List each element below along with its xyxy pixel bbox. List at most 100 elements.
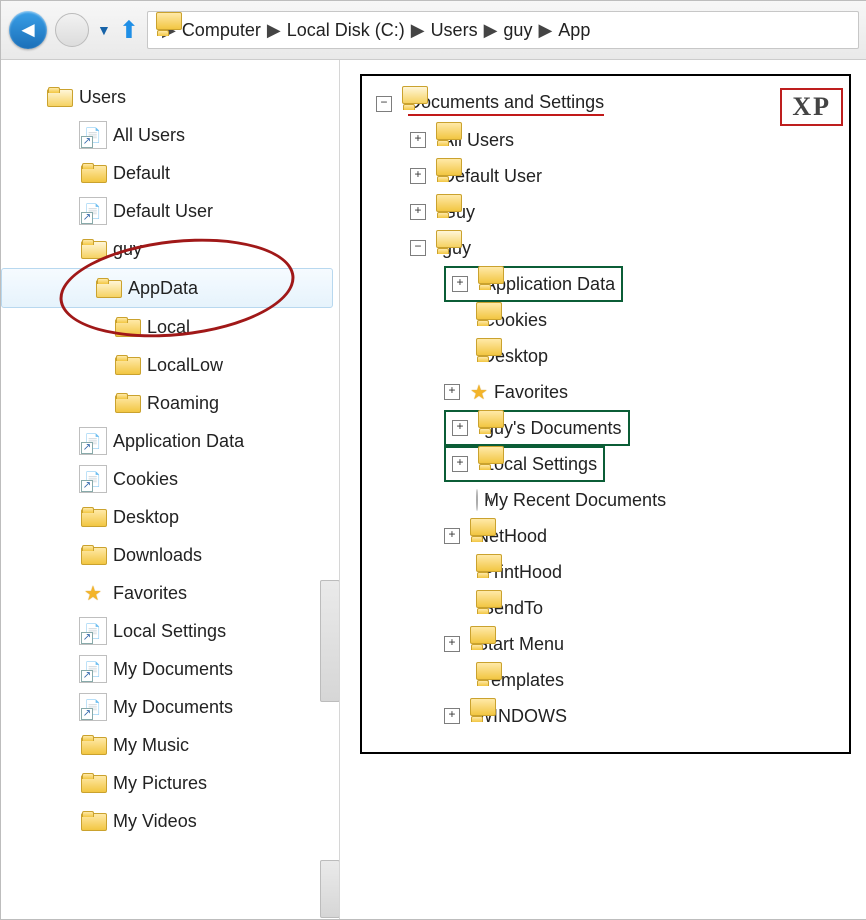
folder-icon	[79, 543, 107, 567]
tree-item-favorites[interactable]: ★ Favorites	[1, 574, 339, 612]
expand-icon[interactable]: +	[410, 132, 426, 148]
toolbar: ◄ ▼ ⬆ ▶ Computer ▶ Local Disk (C:) ▶ Use…	[1, 1, 866, 60]
breadcrumb-app[interactable]: App	[558, 20, 590, 41]
tree-item-appdata[interactable]: AppData	[1, 268, 333, 308]
shortcut-icon: 📄	[79, 619, 107, 643]
tree-item-locallow[interactable]: LocalLow	[1, 346, 339, 384]
xp-item-printhood[interactable]: PrintHood	[376, 554, 835, 590]
folder-icon	[79, 505, 107, 529]
forward-button[interactable]	[55, 13, 89, 47]
content-pane: XP − Documents and Settings + All Users …	[340, 60, 866, 920]
tree-label: Users	[79, 87, 126, 108]
xp-tree: − Documents and Settings + All Users + D…	[360, 74, 851, 754]
xp-item-templates[interactable]: Templates	[376, 662, 835, 698]
tree-item-cookies[interactable]: 📄 Cookies	[1, 460, 339, 498]
back-button[interactable]: ◄	[9, 11, 47, 49]
tree-label: All Users	[113, 125, 185, 146]
tree-label: guy	[113, 239, 142, 260]
tree-label: AppData	[128, 278, 198, 299]
tree-item-appdata-link[interactable]: 📄 Application Data	[1, 422, 339, 460]
scrollbar-thumb[interactable]	[320, 580, 340, 702]
expand-icon[interactable]: +	[444, 708, 460, 724]
folder-icon	[113, 353, 141, 377]
tree-item-roaming[interactable]: Roaming	[1, 384, 339, 422]
tree-label: Favorites	[113, 583, 187, 604]
xp-item-sendto[interactable]: SendTo	[376, 590, 835, 626]
expand-icon[interactable]: +	[452, 456, 468, 472]
tree-label: Cookies	[113, 469, 178, 490]
xp-item-docs-settings[interactable]: − Documents and Settings	[376, 86, 835, 122]
expand-icon[interactable]: +	[452, 276, 468, 292]
folder-icon	[79, 809, 107, 833]
tree-item-mymusic[interactable]: My Music	[1, 726, 339, 764]
tree-item-mydocs1[interactable]: 📄 My Documents	[1, 650, 339, 688]
xp-item-windows[interactable]: + WINDOWS	[376, 698, 835, 734]
up-button[interactable]: ⬆	[119, 16, 139, 45]
folder-icon	[45, 85, 73, 109]
tree-label: Downloads	[113, 545, 202, 566]
xp-item-local-settings[interactable]: + Local Settings	[376, 446, 835, 482]
shortcut-icon: 📄	[79, 695, 107, 719]
tree-label: My Recent Documents	[484, 490, 666, 511]
tree-label: Application Data	[113, 431, 244, 452]
tree-label: My Music	[113, 735, 189, 756]
breadcrumb-localdisk[interactable]: Local Disk (C:)	[287, 20, 405, 41]
xp-item-application-data[interactable]: + Application Data	[376, 266, 835, 302]
shortcut-icon: 📄	[79, 199, 107, 223]
chevron-right-icon: ▶	[484, 20, 498, 41]
folder-icon	[79, 161, 107, 185]
tree-item-allusers[interactable]: 📄 All Users	[1, 116, 339, 154]
expand-icon[interactable]: +	[444, 528, 460, 544]
scrollbar-thumb[interactable]	[320, 860, 340, 918]
tree-item-mydocs2[interactable]: 📄 My Documents	[1, 688, 339, 726]
xp-item-guys-documents[interactable]: + guy's Documents	[376, 410, 835, 446]
xp-item-allusers[interactable]: + All Users	[376, 122, 835, 158]
tree-item-users[interactable]: Users	[1, 78, 339, 116]
expand-icon[interactable]: +	[452, 420, 468, 436]
xp-item-guy-lower[interactable]: − guy	[376, 230, 835, 266]
star-icon: ★	[470, 380, 488, 405]
expand-icon[interactable]: +	[410, 168, 426, 184]
tree-item-local[interactable]: Local	[1, 308, 339, 346]
folder-icon	[79, 771, 107, 795]
collapse-icon[interactable]: −	[410, 240, 426, 256]
shortcut-icon: 📄	[79, 123, 107, 147]
breadcrumb-users[interactable]: Users	[431, 20, 478, 41]
expand-icon[interactable]: +	[410, 204, 426, 220]
star-icon: ★	[79, 581, 107, 605]
tree-item-defaultuser[interactable]: 📄 Default User	[1, 192, 339, 230]
body: Users 📄 All Users Default 📄 Default User…	[1, 60, 866, 920]
tree-item-mypictures[interactable]: My Pictures	[1, 764, 339, 802]
tree-label: LocalLow	[147, 355, 223, 376]
tree-item-myvideos[interactable]: My Videos	[1, 802, 339, 840]
tree-label: My Pictures	[113, 773, 207, 794]
tree-label: Documents and Settings	[408, 92, 604, 116]
expand-icon[interactable]: +	[444, 384, 460, 400]
chevron-right-icon: ▶	[538, 20, 552, 41]
tree-item-default[interactable]: Default	[1, 154, 339, 192]
folder-icon	[113, 391, 141, 415]
address-bar[interactable]: ▶ Computer ▶ Local Disk (C:) ▶ Users ▶ g…	[147, 11, 859, 49]
expand-icon[interactable]: +	[444, 636, 460, 652]
tree-item-localsettings[interactable]: 📄 Local Settings	[1, 612, 339, 650]
xp-item-recent[interactable]: My Recent Documents	[376, 482, 835, 518]
breadcrumb-computer[interactable]: Computer	[182, 20, 261, 41]
xp-item-guy-upper[interactable]: + Guy	[376, 194, 835, 230]
xp-item-desktop[interactable]: Desktop	[376, 338, 835, 374]
breadcrumb-guy[interactable]: guy	[503, 20, 532, 41]
nav-pane: Users 📄 All Users Default 📄 Default User…	[1, 60, 340, 920]
shortcut-icon: 📄	[79, 467, 107, 491]
nav-history-dropdown-icon[interactable]: ▼	[97, 22, 111, 38]
xp-item-nethood[interactable]: + NetHood	[376, 518, 835, 554]
tree-item-downloads[interactable]: Downloads	[1, 536, 339, 574]
folder-icon	[113, 315, 141, 339]
tree-item-desktop[interactable]: Desktop	[1, 498, 339, 536]
tree-item-guy[interactable]: guy	[1, 230, 339, 268]
xp-item-cookies[interactable]: Cookies	[376, 302, 835, 338]
xp-item-defaultuser[interactable]: + Default User	[376, 158, 835, 194]
xp-item-startmenu[interactable]: + Start Menu	[376, 626, 835, 662]
chevron-right-icon: ▶	[267, 20, 281, 41]
explorer-window: ◄ ▼ ⬆ ▶ Computer ▶ Local Disk (C:) ▶ Use…	[0, 0, 866, 920]
collapse-icon[interactable]: −	[376, 96, 392, 112]
xp-item-favorites[interactable]: + ★ Favorites	[376, 374, 835, 410]
